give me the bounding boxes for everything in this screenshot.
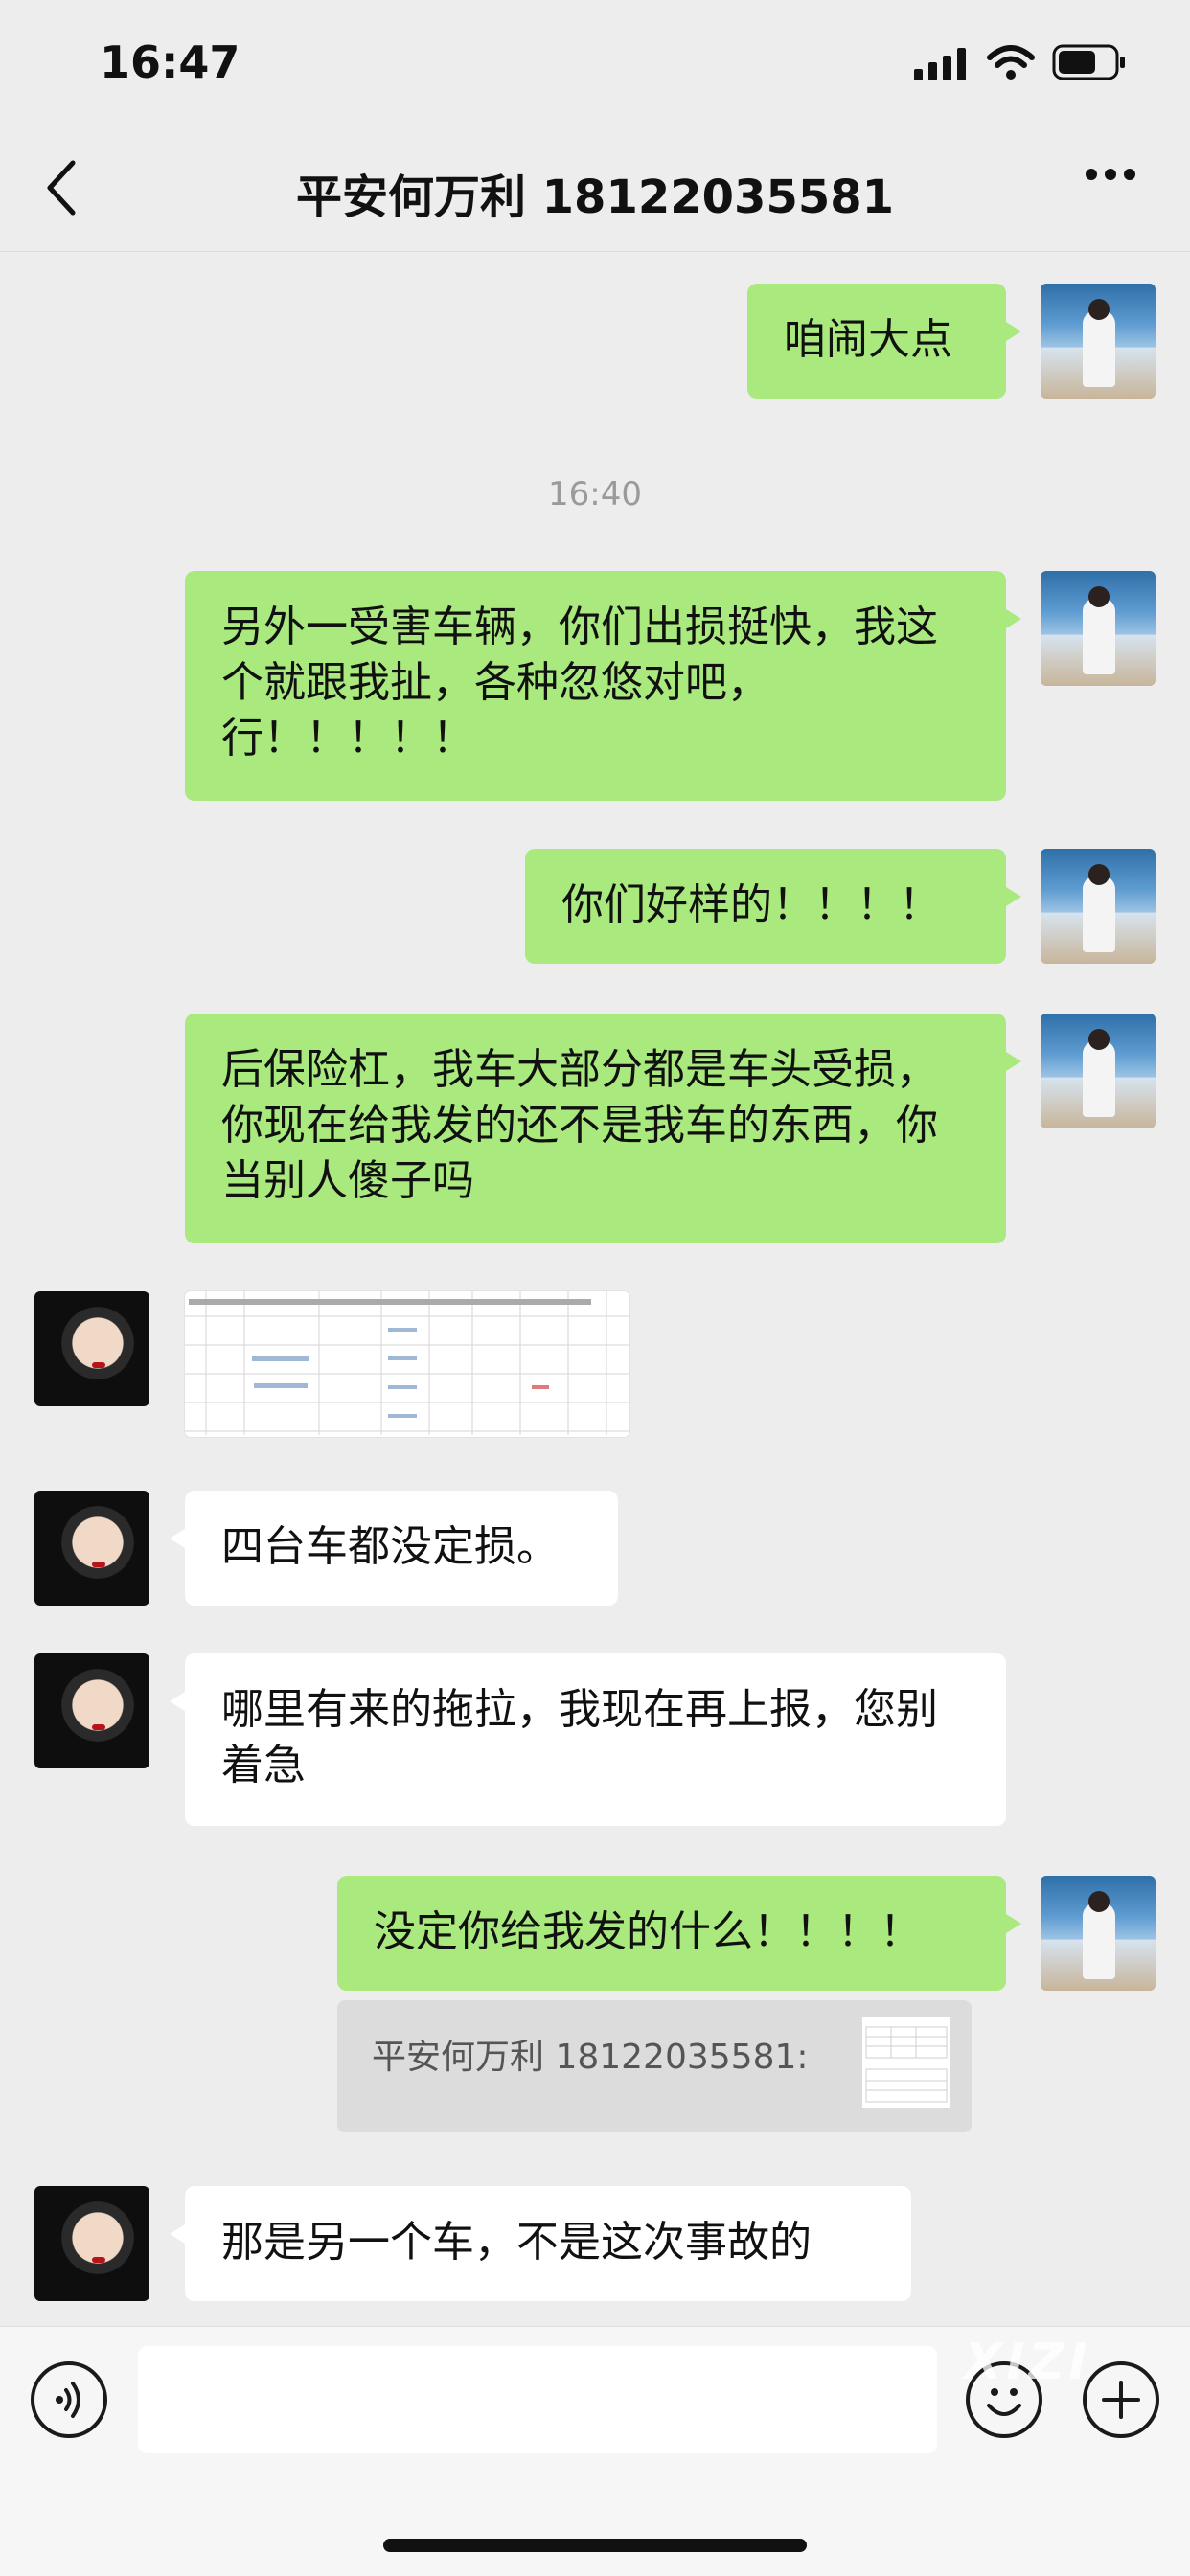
contact-avatar[interactable] [34,1653,149,1768]
more-dots-icon[interactable] [1085,167,1136,182]
nav-bar: 平安何万利 18122035581 [0,125,1190,252]
sent-message[interactable]: 没定你给我发的什么！！！！ [337,1876,1021,1991]
status-time: 16:47 [100,36,240,88]
signal-icon [914,48,966,80]
watermark: XIZI [964,2334,1091,2391]
my-avatar[interactable] [1041,284,1156,399]
voice-icon[interactable] [31,2361,107,2438]
sent-message[interactable]: 后保险杠，我车大部分都是车头受损，你现在给我发的还不是我车的东西，你当别人傻子吗 [185,1014,1021,1243]
contact-avatar[interactable] [34,2186,149,2301]
contact-avatar[interactable] [34,1291,149,1406]
spreadsheet-thumbnail [185,1291,629,1435]
sent-message[interactable]: 咱闹大点 [747,284,1021,399]
chat-title: 平安何万利 18122035581 [295,171,895,224]
received-message[interactable]: 四台车都没定损。 [170,1491,618,1606]
received-message[interactable]: 那是另一个车，不是这次事故的 [170,2186,911,2301]
sent-message[interactable]: 另外一受害车辆，你们出损挺快，我这个就跟我扯，各种忽悠对吧，行！！！！！ [185,571,1021,801]
received-message[interactable]: 哪里有来的拖拉，我现在再上报，您别着急 [170,1653,1006,1826]
sent-message[interactable]: 你们好样的！！！！ [525,849,1021,964]
home-indicator[interactable] [383,2539,807,2552]
image-message[interactable] [185,1291,629,1437]
status-bar: 16:47 [0,0,1190,125]
quoted-image-thumbnail [862,2017,950,2108]
my-avatar[interactable] [1041,1014,1156,1128]
message-input[interactable] [138,2346,937,2453]
battery-icon [1052,44,1125,80]
my-avatar[interactable] [1041,571,1156,686]
contact-avatar[interactable] [34,1491,149,1606]
wifi-icon [987,45,1035,80]
chat-timestamp: 16:40 [548,475,642,513]
plus-icon[interactable] [1083,2361,1159,2438]
quoted-reply[interactable]: 平安何万利 18122035581: [337,2000,972,2132]
quoted-reply-text: 平安何万利 18122035581: [372,2038,809,2077]
my-avatar[interactable] [1041,1876,1156,1991]
my-avatar[interactable] [1041,849,1156,964]
